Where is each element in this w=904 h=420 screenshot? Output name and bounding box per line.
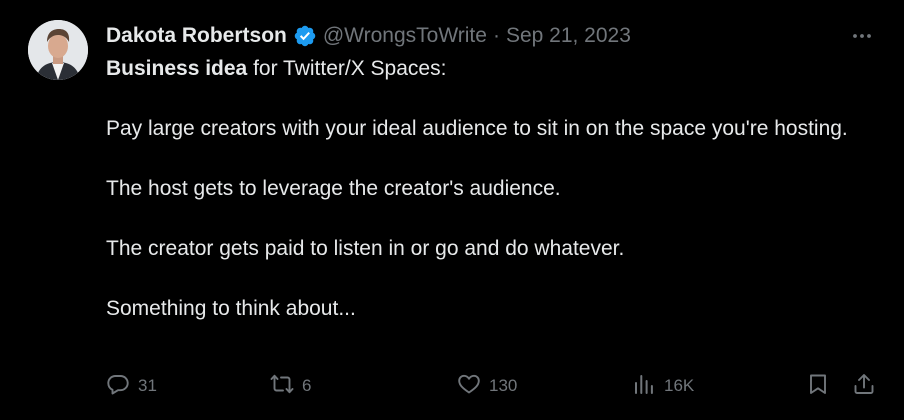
- like-count: 130: [489, 376, 518, 395]
- tweet-date[interactable]: Sep 21, 2023: [506, 24, 631, 48]
- like-button[interactable]: 130: [457, 370, 517, 402]
- share-button[interactable]: [852, 370, 876, 402]
- author-handle[interactable]: @WrongsToWrite: [323, 24, 487, 48]
- reply-button[interactable]: 31: [106, 370, 157, 402]
- repost-count: 6: [302, 376, 312, 395]
- tweet-card[interactable]: Dakota Robertson @WrongsToWrite · Sep 21…: [0, 0, 904, 420]
- tweet-paragraph-3: The host gets to leverage the creator's …: [106, 177, 561, 200]
- views-button[interactable]: 16K: [632, 370, 694, 402]
- tweet-paragraph-4: The creator gets paid to listen in or go…: [106, 237, 625, 260]
- author-name[interactable]: Dakota Robertson: [106, 24, 287, 48]
- verified-badge-icon: [293, 24, 317, 48]
- tweet-line-1: Business idea for Twitter/X Spaces:: [106, 54, 866, 84]
- views-icon: [632, 372, 656, 401]
- tweet-paragraph-5: Something to think about...: [106, 297, 356, 320]
- bookmark-button[interactable]: [806, 370, 830, 402]
- tweet-body: Business idea for Twitter/X Spaces: Pay …: [106, 54, 866, 324]
- repost-icon: [270, 372, 294, 401]
- tweet-header: Dakota Robertson @WrongsToWrite · Sep 21…: [106, 20, 631, 52]
- bookmark-icon: [806, 372, 830, 401]
- tweet-paragraph-2: Pay large creators with your ideal audie…: [106, 117, 848, 140]
- views-count: 16K: [664, 376, 695, 395]
- reply-icon: [106, 372, 130, 401]
- reply-count: 31: [138, 376, 157, 395]
- heart-icon: [457, 372, 481, 401]
- tweet-line-1-rest: for Twitter/X Spaces:: [247, 57, 447, 80]
- repost-button[interactable]: 6: [270, 370, 311, 402]
- share-icon: [852, 372, 876, 401]
- tweet-bold-lead: Business idea: [106, 57, 248, 80]
- action-bar: 31 6 130 16K: [0, 370, 904, 402]
- header-separator: ·: [492, 24, 500, 47]
- more-dots-icon[interactable]: [850, 24, 874, 48]
- avatar[interactable]: [28, 20, 88, 80]
